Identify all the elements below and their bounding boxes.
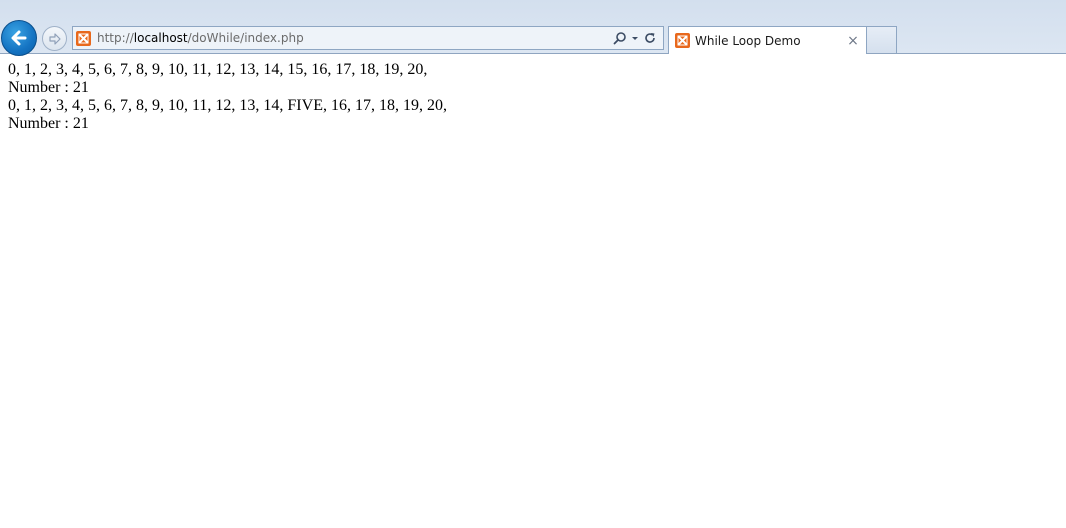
chevron-down-icon[interactable] <box>631 31 639 45</box>
output-line: 0, 1, 2, 3, 4, 5, 6, 7, 8, 9, 10, 11, 12… <box>8 97 447 114</box>
page-content: 0, 1, 2, 3, 4, 5, 6, 7, 8, 9, 10, 11, 12… <box>0 54 1066 140</box>
url-prefix: http:// <box>97 31 134 45</box>
arrow-right-icon <box>48 32 61 45</box>
browser-chrome: http://localhost/doWhile/index.php While… <box>0 0 1066 56</box>
arrow-left-icon <box>11 30 27 46</box>
refresh-icon[interactable] <box>643 31 657 45</box>
output-line: Number : 21 <box>8 79 89 96</box>
output-line: 0, 1, 2, 3, 4, 5, 6, 7, 8, 9, 10, 11, 12… <box>8 61 428 78</box>
address-tools <box>613 31 657 45</box>
forward-button[interactable] <box>42 26 67 51</box>
url-host: localhost <box>133 31 188 45</box>
xampp-icon <box>76 30 91 46</box>
url-path: /doWhile/index.php <box>187 31 304 45</box>
search-icon[interactable] <box>613 31 627 45</box>
address-bar[interactable]: http://localhost/doWhile/index.php <box>72 26 664 50</box>
output-line: Number : 21 <box>8 115 89 132</box>
tab-title: While Loop Demo <box>695 33 801 48</box>
close-icon[interactable]: × <box>846 34 860 48</box>
url-text[interactable]: http://localhost/doWhile/index.php <box>97 31 613 45</box>
back-button[interactable] <box>1 20 37 56</box>
xampp-icon <box>675 33 690 48</box>
tab-while-loop-demo[interactable]: While Loop Demo × <box>668 26 867 54</box>
new-tab-button[interactable] <box>867 26 897 53</box>
